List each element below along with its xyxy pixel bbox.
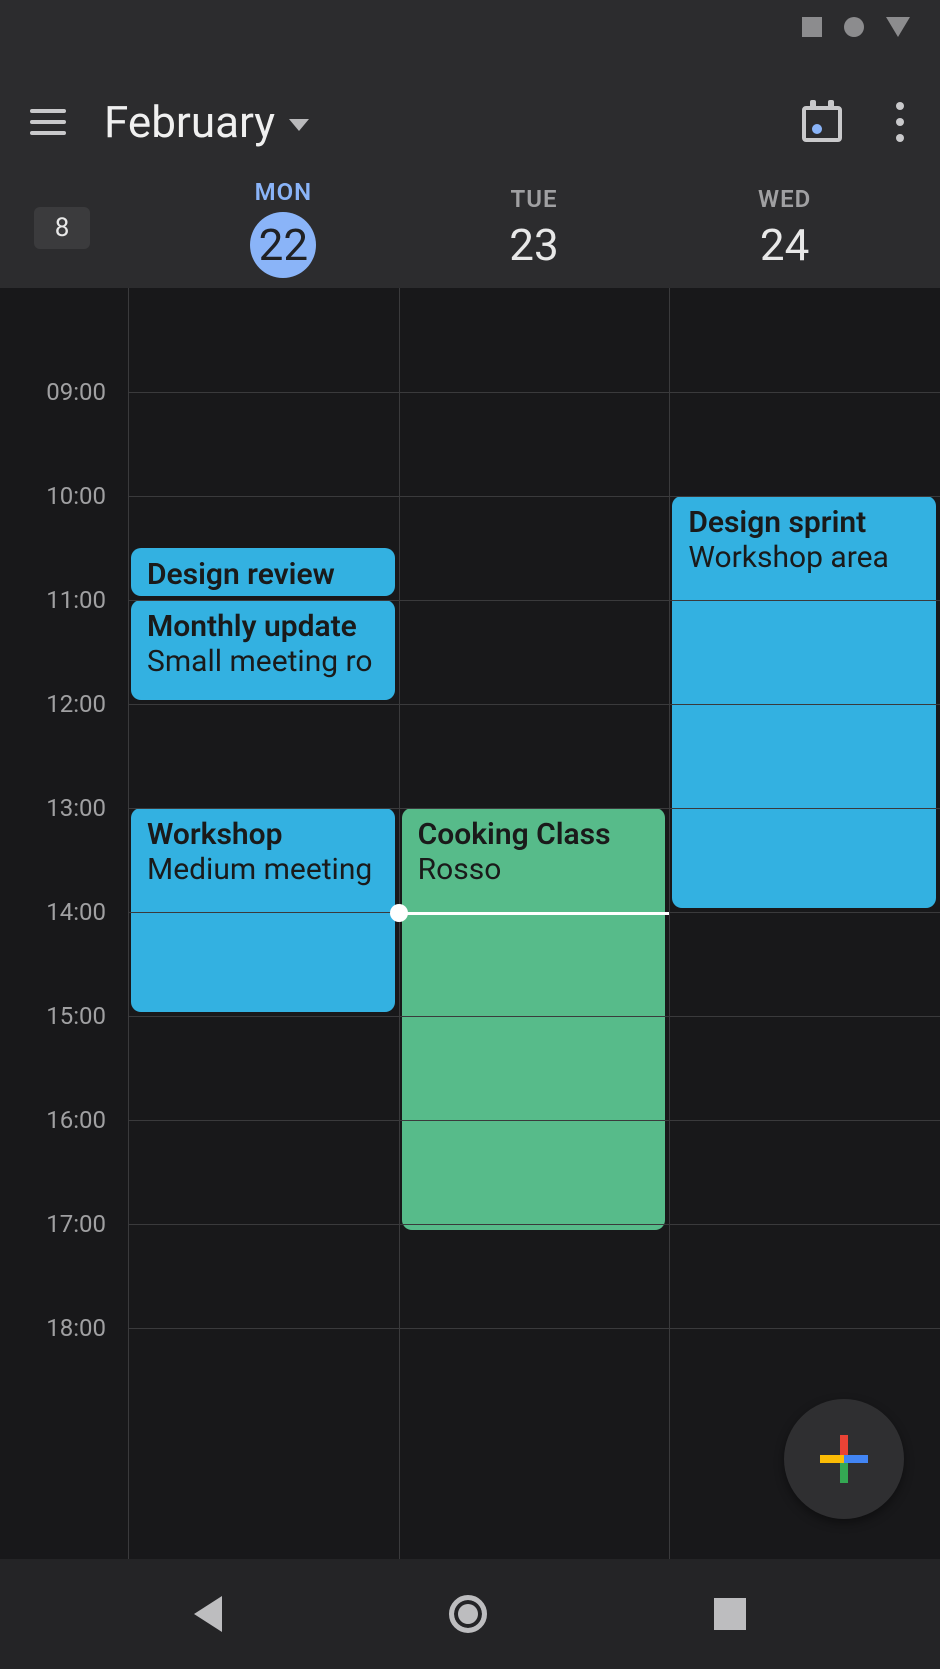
- hour-label: 11:00: [46, 586, 106, 614]
- event-location: Medium meeting: [147, 853, 379, 888]
- week-number-chip[interactable]: 8: [34, 207, 90, 249]
- day-header-tue[interactable]: TUE 23: [409, 185, 660, 271]
- create-event-button[interactable]: [784, 1399, 904, 1519]
- status-triangle-icon: [886, 17, 910, 37]
- hour-label: 14:00: [46, 898, 106, 926]
- status-circle-icon: [844, 17, 864, 37]
- hour-label: 16:00: [46, 1106, 106, 1134]
- day-header-mon[interactable]: MON 22: [158, 178, 409, 278]
- calendar-event[interactable]: Cooking ClassRosso: [402, 808, 666, 1230]
- hour-gridline: [128, 600, 940, 601]
- hour-gridline: [128, 1328, 940, 1329]
- day-column-mon[interactable]: Design review Monthly updateSmall meeting…: [128, 288, 399, 1588]
- hour-gridline: [128, 1224, 940, 1225]
- day-of-week-label: WED: [758, 185, 811, 213]
- today-icon[interactable]: [802, 102, 842, 142]
- calendar-event[interactable]: WorkshopMedium meeting: [131, 808, 395, 1012]
- event-location: Small meeting ro: [147, 645, 379, 680]
- hour-label: 17:00: [46, 1210, 106, 1238]
- calendar-grid[interactable]: 09:00 10:00 11:00 12:00 13:00 14:00 15:00 16:00…: [0, 288, 940, 1588]
- hour-label: 13:00: [46, 794, 106, 822]
- hour-gridline: [128, 1120, 940, 1121]
- hour-gridline: [128, 496, 940, 497]
- day-column-tue[interactable]: Cooking ClassRosso: [399, 288, 670, 1588]
- day-header-row: 8 MON 22 TUE 23 WED 24: [30, 158, 910, 288]
- day-number: 23: [509, 219, 558, 271]
- event-title: Cooking Class: [418, 818, 650, 853]
- overflow-menu-icon[interactable]: [890, 96, 910, 148]
- current-time-line: [399, 912, 670, 915]
- calendar-event[interactable]: Design review: [131, 548, 395, 596]
- hour-gridline: [128, 808, 940, 809]
- home-button[interactable]: [449, 1595, 487, 1633]
- current-time-dot: [390, 904, 408, 922]
- hour-gridline: [128, 1016, 940, 1017]
- time-gutter: 09:00 10:00 11:00 12:00 13:00 14:00 15:00 16:00…: [0, 288, 128, 1588]
- status-bar: [0, 0, 940, 54]
- app-bar: February 8 MON 22 TUE 23 WED 24: [0, 54, 940, 288]
- event-title: Design review: [147, 558, 379, 593]
- system-nav-bar: [0, 1559, 940, 1669]
- day-of-week-label: MON: [255, 178, 313, 206]
- hour-label: 10:00: [46, 482, 106, 510]
- menu-icon[interactable]: [30, 99, 66, 145]
- hour-label: 18:00: [46, 1314, 106, 1342]
- hour-label: 15:00: [46, 1002, 106, 1030]
- day-number: 24: [760, 219, 809, 271]
- calendar-event[interactable]: Monthly updateSmall meeting ro: [131, 600, 395, 700]
- back-button[interactable]: [194, 1596, 222, 1632]
- status-square-icon: [802, 17, 822, 37]
- month-label: February: [104, 96, 275, 148]
- event-title: Monthly update: [147, 610, 379, 645]
- event-location: Workshop area: [688, 541, 920, 576]
- event-location: Rosso: [418, 853, 650, 888]
- event-title: Design sprint: [688, 506, 920, 541]
- hour-gridline: [128, 392, 940, 393]
- hour-label: 12:00: [46, 690, 106, 718]
- chevron-down-icon: [289, 119, 309, 131]
- hour-gridline: [128, 704, 940, 705]
- hour-label: 09:00: [46, 378, 106, 406]
- day-number: 22: [250, 212, 316, 278]
- day-header-wed[interactable]: WED 24: [659, 185, 910, 271]
- day-of-week-label: TUE: [510, 185, 557, 213]
- calendar-event[interactable]: Design sprintWorkshop area: [672, 496, 936, 908]
- month-picker[interactable]: February: [104, 96, 309, 148]
- day-column-wed[interactable]: Design sprintWorkshop area: [669, 288, 940, 1588]
- event-title: Workshop: [147, 818, 379, 853]
- plus-icon: [820, 1435, 868, 1483]
- recent-apps-button[interactable]: [714, 1598, 746, 1630]
